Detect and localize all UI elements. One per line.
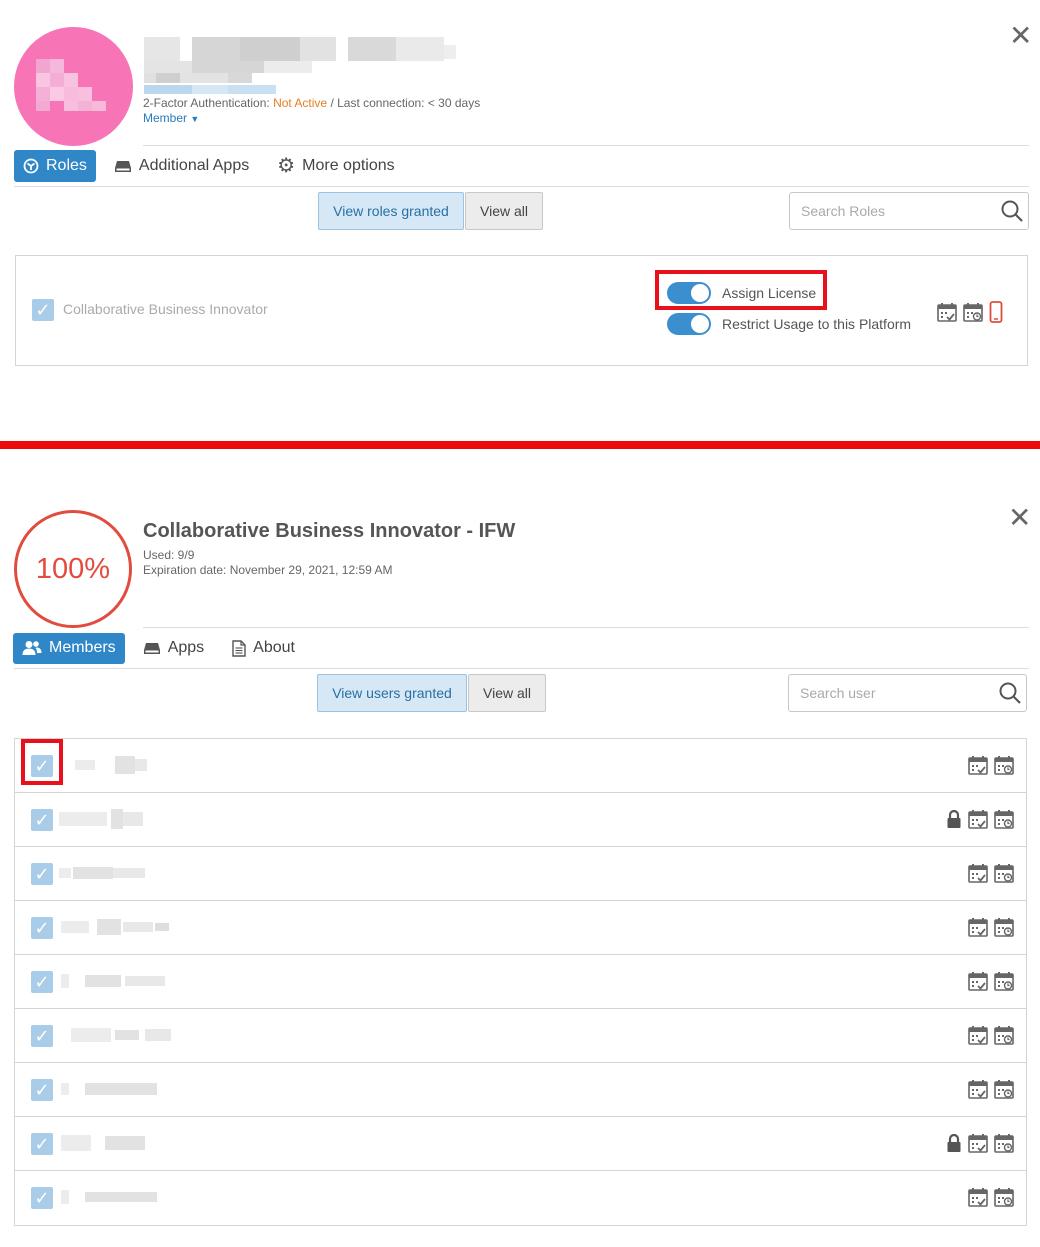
calendar-clock-icon[interactable] (994, 809, 1014, 829)
member-row: ✓ (15, 901, 1026, 955)
tab-bar: Members Apps About (13, 632, 313, 664)
calendar-check-icon[interactable] (968, 971, 988, 991)
member-checkbox[interactable]: ✓ (31, 1079, 53, 1101)
lock-icon (947, 809, 961, 828)
close-icon[interactable]: ✕ (1008, 504, 1031, 532)
member-checkbox[interactable]: ✓ (31, 1187, 53, 1209)
search-users (788, 674, 1027, 712)
member-checkbox[interactable]: ✓ (31, 863, 53, 885)
member-checkbox[interactable]: ✓ (31, 917, 53, 939)
tab-label: Apps (167, 639, 205, 656)
member-actions (968, 1025, 1014, 1045)
member-row: ✓ (15, 1063, 1026, 1117)
members-list: ✓ ✓ ✓ ✓ ✓ ✓ ✓ ✓ ✓ (14, 738, 1027, 1226)
calendar-check-icon[interactable] (968, 1187, 988, 1207)
view-filter: View users granted View all (317, 674, 546, 712)
tab-members[interactable]: Members (13, 632, 125, 664)
member-actions (968, 863, 1014, 883)
member-row: ✓ (15, 1171, 1026, 1225)
usage-percent: 100% (35, 552, 111, 585)
member-row: ✓ (15, 1009, 1026, 1063)
view-users-granted-button[interactable]: View users granted (317, 674, 467, 712)
calendar-clock-icon[interactable] (994, 1025, 1014, 1045)
divider (14, 668, 1029, 669)
member-row: ✓ (15, 793, 1026, 847)
calendar-clock-icon[interactable] (994, 1079, 1014, 1099)
license-panel: ✕ 100% Collaborative Business Innovator … (0, 0, 1040, 1226)
members-icon (22, 640, 42, 656)
search-icon[interactable] (994, 677, 1026, 709)
member-row: ✓ (15, 847, 1026, 901)
member-checkbox[interactable]: ✓ (31, 809, 53, 831)
license-title: Collaborative Business Innovator - IFW (143, 520, 516, 542)
member-actions (968, 755, 1014, 775)
tab-label: About (253, 639, 295, 656)
calendar-check-icon[interactable] (968, 1133, 988, 1153)
member-actions (946, 809, 1014, 829)
license-used: Used: 9/9 (143, 548, 195, 562)
calendar-clock-icon[interactable] (994, 1187, 1014, 1207)
drive-icon (143, 641, 161, 655)
member-row: ✓ (15, 1117, 1026, 1171)
calendar-check-icon[interactable] (968, 809, 988, 829)
calendar-check-icon[interactable] (968, 1025, 988, 1045)
calendar-check-icon[interactable] (968, 1079, 988, 1099)
member-actions (968, 917, 1014, 937)
calendar-clock-icon[interactable] (994, 755, 1014, 775)
license-expiration: Expiration date: November 29, 2021, 12:5… (143, 563, 393, 577)
member-actions (968, 971, 1014, 991)
member-checkbox[interactable]: ✓ (31, 1025, 53, 1047)
lock-icon (947, 1133, 961, 1152)
member-actions (968, 1187, 1014, 1207)
calendar-clock-icon[interactable] (994, 863, 1014, 883)
calendar-clock-icon[interactable] (994, 1133, 1014, 1153)
calendar-clock-icon[interactable] (994, 917, 1014, 937)
member-row: ✓ (15, 955, 1026, 1009)
tab-label: Members (49, 639, 116, 656)
member-row: ✓ (15, 739, 1026, 793)
member-actions (946, 1133, 1014, 1153)
document-icon (232, 639, 246, 657)
divider (143, 627, 1029, 628)
usage-gauge: 100% (14, 510, 132, 628)
calendar-check-icon[interactable] (968, 863, 988, 883)
tab-about[interactable]: About (222, 632, 305, 664)
member-checkbox[interactable]: ✓ (31, 971, 53, 993)
calendar-check-icon[interactable] (968, 917, 988, 937)
view-all-button[interactable]: View all (468, 674, 546, 712)
calendar-clock-icon[interactable] (994, 971, 1014, 991)
member-checkbox[interactable]: ✓ (31, 1133, 53, 1155)
highlight-annotation (21, 739, 63, 785)
calendar-check-icon[interactable] (968, 755, 988, 775)
member-actions (968, 1079, 1014, 1099)
search-input[interactable] (789, 675, 994, 711)
tab-apps[interactable]: Apps (133, 632, 214, 664)
